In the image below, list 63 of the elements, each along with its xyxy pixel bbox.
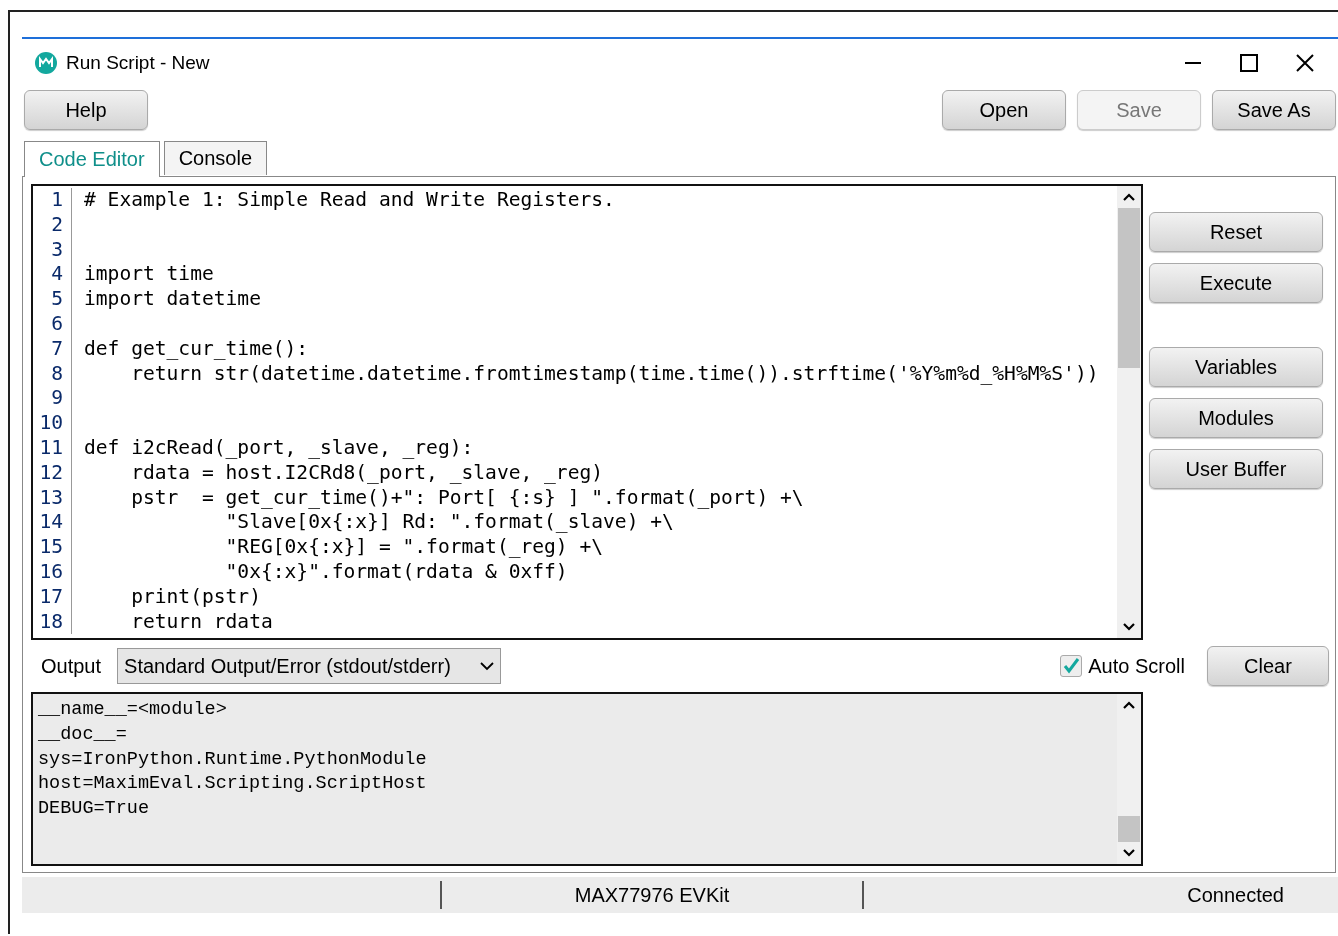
side-button[interactable]: Reset xyxy=(1149,212,1323,252)
side-button[interactable]: Modules xyxy=(1149,398,1323,438)
close-icon[interactable] xyxy=(1296,54,1314,72)
line-number: 5 xyxy=(33,287,72,312)
code-editor[interactable] xyxy=(31,184,1143,640)
maximize-icon[interactable] xyxy=(1240,54,1258,72)
auto-scroll-label: Auto Scroll xyxy=(1088,654,1185,678)
tab[interactable]: Console xyxy=(163,141,267,175)
code-line: rdata = host.I2CRd8(_port, _slave, _reg) xyxy=(130,460,604,486)
scroll-up-icon[interactable] xyxy=(1122,192,1136,202)
output-dropdown[interactable]: Standard Output/Error (stdout/stderr) xyxy=(117,648,502,684)
code-line: "Slave[0x{:x}] Rd: ".format(_slave) +\ xyxy=(224,510,674,536)
line-number: 16 xyxy=(33,559,72,585)
line-number: 17 xyxy=(33,584,72,610)
code-line: import datetime xyxy=(83,287,261,312)
scrollbar[interactable] xyxy=(1117,694,1141,864)
device-name: MAX77976 EVKit xyxy=(574,883,730,907)
line-number: 12 xyxy=(33,460,72,486)
side-button[interactable]: Variables xyxy=(1149,347,1323,387)
line-number: 9 xyxy=(33,386,72,412)
scroll-down-icon[interactable] xyxy=(1122,622,1136,632)
line-number: 4 xyxy=(33,262,72,288)
line-number: 8 xyxy=(33,361,72,387)
line-number: 6 xyxy=(33,312,72,337)
line-number: 15 xyxy=(33,535,72,560)
code-line: return str(datetime.datetime.fromtimestamp(time.time()).strftime('%Y%m%d_%H%M%S')) xyxy=(130,361,1099,387)
toolbar-button[interactable]: Save As xyxy=(1212,90,1336,130)
output-text: __name__=<module> __doc__= sys=IronPython.Runtime.PythonModule host=MaximEval.Scripting.ScriptHost DEBUG=True xyxy=(37,698,428,822)
scroll-thumb[interactable] xyxy=(1118,208,1140,368)
chevron-down-icon xyxy=(480,661,495,671)
window-title: Run Script - New xyxy=(66,52,210,74)
output-label: Output xyxy=(40,654,103,678)
code-line: return rdata xyxy=(130,609,273,635)
code-line: "0x{:x}".format(rdata & 0xff) xyxy=(224,559,568,585)
clear-button[interactable]: Clear xyxy=(1207,646,1329,686)
line-number: 13 xyxy=(33,485,72,511)
scroll-up-icon[interactable] xyxy=(1122,700,1136,710)
code-line: import time xyxy=(83,262,214,288)
side-button[interactable]: User Buffer xyxy=(1149,449,1323,489)
tab[interactable]: Code Editor xyxy=(24,141,160,177)
line-number: 2 xyxy=(33,212,72,238)
code-line: def i2cRead(_port, _slave, _reg): xyxy=(83,435,474,461)
code-line: def get_cur_time(): xyxy=(83,336,309,362)
line-number: 18 xyxy=(33,609,72,635)
scroll-thumb[interactable] xyxy=(1118,816,1140,842)
scroll-down-icon[interactable] xyxy=(1122,848,1136,858)
line-number: 11 xyxy=(33,435,72,461)
help-button[interactable]: Help xyxy=(24,90,148,130)
code-line: "REG[0x{:x}] = ".format(_reg) +\ xyxy=(224,535,604,560)
checkbox[interactable] xyxy=(1060,655,1083,677)
scrollbar[interactable] xyxy=(1117,186,1141,638)
connection-status: Connected xyxy=(1186,883,1285,907)
app-logo-icon xyxy=(34,51,58,75)
side-button[interactable]: Execute xyxy=(1149,263,1323,303)
line-number: 14 xyxy=(33,510,72,536)
code-line: print(pstr) xyxy=(130,584,261,610)
line-number: 1 xyxy=(33,188,72,213)
toolbar-button[interactable]: Open xyxy=(942,90,1066,130)
line-number: 3 xyxy=(33,237,72,263)
line-number: 7 xyxy=(33,336,72,362)
code-line: pstr = get_cur_time()+": Port[ {:s} ] ".format(_port) +\ xyxy=(130,485,804,511)
code-line: # Example 1: Simple Read and Write Registers. xyxy=(83,188,615,213)
line-number: 10 xyxy=(33,411,72,436)
